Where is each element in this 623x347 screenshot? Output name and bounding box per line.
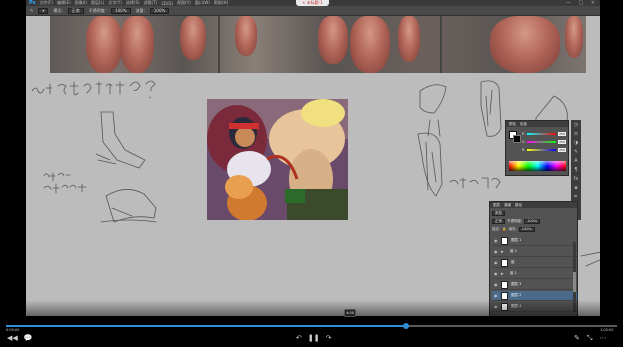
subtitles-icon[interactable]: 💬 — [24, 334, 33, 342]
channels-icon[interactable]: ◈ — [573, 185, 579, 191]
layer-thumbnail — [501, 236, 508, 245]
total-time: 1:00:00 — [600, 328, 614, 332]
paragraph-icon[interactable]: ¶ — [573, 167, 579, 173]
group-folder-icon: ▸ — [501, 270, 504, 277]
green-channel-label: G — [522, 139, 525, 144]
menu-3d[interactable]: 3D(D) — [161, 1, 173, 6]
green-slider[interactable] — [527, 140, 556, 143]
layer-name: 图层 1 — [511, 238, 522, 242]
color-panel: 颜色 色板 R 255 G 255 B 255 — [505, 120, 569, 176]
document-canvas[interactable]: 颜色 色板 R 255 G 255 B 255 ◷ ≡ ◑ ✎ A ¶ fx ◈… — [26, 16, 600, 316]
tab-layers[interactable]: 图层 — [493, 203, 500, 208]
fullscreen-icon[interactable]: ⤡ — [587, 334, 593, 342]
blue-value-field[interactable]: 255 — [558, 147, 566, 152]
brush-panel-icon[interactable]: ✎ — [573, 149, 579, 155]
blend-row: 正常 不透明度: 100% — [492, 218, 541, 224]
layer-row[interactable]: ◉ ▸ 组 1 — [492, 269, 577, 279]
visibility-eye-icon[interactable]: ◉ — [494, 249, 498, 254]
visibility-eye-icon[interactable]: ◉ — [494, 238, 498, 243]
history-icon[interactable]: ◷ — [573, 122, 579, 128]
red-slider[interactable] — [527, 132, 556, 135]
annotate-icon[interactable]: ✎ — [574, 334, 580, 342]
forward-icon[interactable]: ↷ — [326, 334, 332, 342]
properties-icon[interactable]: ≡ — [573, 131, 579, 137]
tab-paths[interactable]: 路径 — [515, 203, 522, 208]
layer-thumbnail — [501, 291, 508, 300]
mode-label: 模式: — [53, 7, 63, 13]
seek-time-tooltip: 4:00 — [344, 309, 356, 317]
flow-field[interactable]: 100% — [149, 7, 170, 14]
layer-name: 组 — [511, 260, 515, 264]
layer-thumbnail — [501, 258, 508, 267]
options-bar: ✎ ▾ 模式: 正常 不透明度: 100% 流量: 100% — [26, 6, 600, 16]
visibility-eye-icon[interactable]: ◉ — [494, 282, 498, 287]
layer-row[interactable]: ◉ ▸ 组 2 — [492, 247, 577, 257]
group-folder-icon: ▸ — [501, 248, 504, 255]
progress-fill — [6, 325, 407, 327]
brush-tool-icon[interactable]: ✎ — [30, 8, 33, 13]
lock-row: 锁定: 🔒 填充: 100% — [492, 226, 535, 232]
progress-bar[interactable] — [6, 323, 617, 329]
tab-channels[interactable]: 通道 — [504, 203, 511, 208]
layer-row[interactable]: ◉ 图层 1 — [492, 236, 577, 246]
opacity-field[interactable]: 100% — [111, 7, 131, 14]
green-slider-row: G 255 — [522, 139, 566, 144]
opacity-label: 不透明度: — [88, 7, 107, 13]
paths-icon[interactable]: ✒ — [573, 194, 579, 200]
layer-filter-row: 类型 — [492, 210, 505, 216]
layer-row[interactable]: ◉ 图层 3 — [492, 280, 577, 290]
styles-icon[interactable]: fx — [573, 176, 579, 182]
photoshop-window: Ps 文件(F) 编辑(E) 图像(I) 图层(L) 文字(Y) 选择(S) 滤… — [26, 0, 600, 316]
blue-slider-row: B 255 — [522, 147, 566, 152]
red-slider-row: R 255 — [522, 131, 566, 136]
blue-channel-label: B — [522, 147, 525, 152]
visibility-eye-icon[interactable]: ◉ — [494, 293, 498, 298]
tab-swatches[interactable]: 色板 — [520, 122, 527, 127]
lock-icon[interactable]: 🔒 — [502, 227, 506, 231]
rewind-icon[interactable]: ↶ — [296, 334, 302, 342]
layer-kind-filter[interactable]: 类型 — [492, 210, 505, 216]
fighter-artwork-image — [207, 99, 348, 220]
more-options-icon[interactable]: ⋯ — [599, 334, 606, 342]
red-value-field[interactable]: 255 — [558, 131, 566, 136]
brush-preset-picker[interactable]: ▾ — [38, 7, 49, 14]
play-pause-icon[interactable]: ❚❚ — [308, 334, 320, 342]
tab-color[interactable]: 颜色 — [509, 122, 516, 127]
visibility-eye-icon[interactable]: ◉ — [494, 271, 498, 276]
blue-slider[interactable] — [527, 148, 556, 151]
lock-label: 锁定: — [492, 226, 501, 231]
layer-row[interactable]: ◉ 组 — [492, 258, 577, 268]
fill-label: 填充: — [508, 226, 517, 231]
layer-thumbnail — [501, 280, 508, 289]
right-controls: ✎ ⤡ ⋯ — [574, 334, 606, 342]
layers-panel: 图层 通道 路径 类型 正常 不透明度: 100% 锁定: 🔒 填充: 100%… — [489, 201, 578, 316]
current-time: 0:00:00 — [6, 328, 20, 332]
fill-field[interactable]: 100% — [518, 226, 535, 232]
color-spectrum-ramp[interactable] — [509, 161, 566, 171]
color-panel-tabs: 颜色 色板 — [506, 121, 568, 127]
volume-icon[interactable]: ◀◀ — [7, 334, 18, 342]
blend-mode-select[interactable]: 正常 — [492, 218, 505, 224]
layer-name: 图层 2 — [511, 293, 522, 297]
green-value-field[interactable]: 255 — [558, 139, 566, 144]
layer-name: 图层 3 — [511, 282, 522, 286]
layer-opacity-field[interactable]: 100% — [524, 218, 541, 224]
adjustments-icon[interactable]: ◑ — [573, 140, 579, 146]
character-icon[interactable]: A — [573, 158, 579, 164]
mode-select[interactable]: 正常 — [67, 7, 84, 14]
flow-label: 流量: — [135, 7, 145, 13]
red-channel-label: R — [522, 131, 525, 136]
left-controls: ◀◀ 💬 — [7, 334, 33, 342]
center-controls: ↶ ❚❚ ↷ — [296, 334, 331, 342]
layers-panel-tabs: 图层 通道 路径 — [490, 202, 577, 208]
layer-name: 组 1 — [510, 271, 517, 275]
visibility-eye-icon[interactable]: ◉ — [494, 260, 498, 265]
layer-opacity-label: 不透明度: — [507, 218, 523, 223]
layer-name: 组 2 — [510, 249, 517, 253]
background-color-swatch[interactable] — [513, 135, 521, 143]
